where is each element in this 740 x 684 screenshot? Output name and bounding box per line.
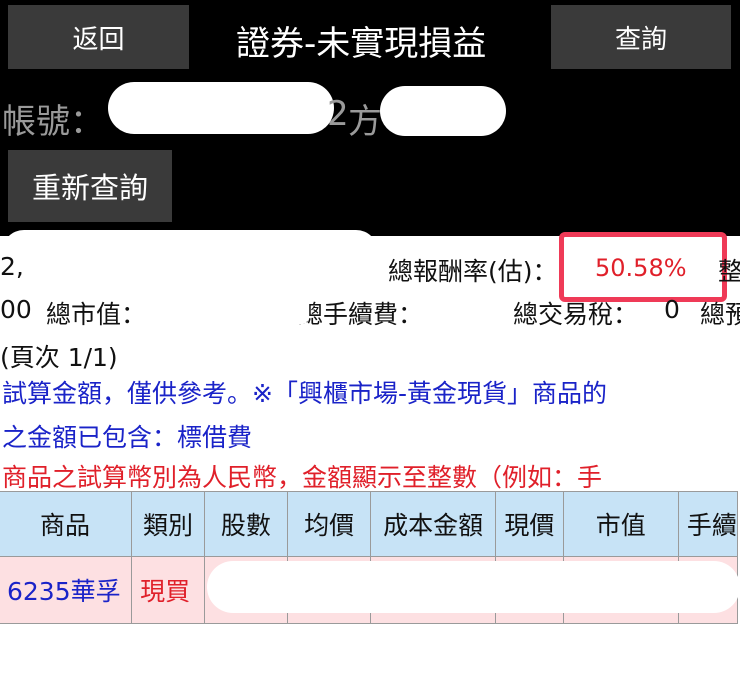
fee-redaction — [286, 290, 308, 324]
summary-redaction — [2, 230, 378, 276]
tax-label: 總交易稅： — [513, 300, 639, 329]
name-redaction — [380, 86, 506, 136]
page-title: 證券-未實現損益 — [236, 24, 487, 64]
column-header-current-price[interactable]: 現價 — [495, 491, 564, 557]
column-header-avg-price[interactable]: 均價 — [287, 491, 372, 557]
summary-left-fragment: 2, — [0, 252, 24, 281]
tax-value: 0 — [664, 295, 680, 324]
column-header-shares[interactable]: 股數 — [203, 491, 289, 557]
market-value-label: 總市值： — [46, 300, 147, 329]
column-header-market-value[interactable]: 市值 — [562, 491, 679, 557]
account-redaction — [108, 82, 334, 134]
summary-row2-left: 00 — [0, 295, 32, 324]
table-header-row: 商品 類別 股數 均價 成本金額 現價 市值 手續 — [0, 491, 739, 557]
return-rate-label: 總報酬率(估)： — [388, 257, 558, 286]
column-header-type[interactable]: 類別 — [131, 491, 205, 557]
back-button[interactable]: 返回 — [8, 5, 189, 69]
note-line-1: 試算金額，僅供參考。※「興櫃市場-黃金現貨」商品的 — [2, 379, 607, 408]
query-button[interactable]: 查詢 — [551, 5, 731, 69]
type-cell: 現買 — [131, 556, 205, 624]
column-header-cost[interactable]: 成本金額 — [370, 491, 497, 557]
column-header-fee[interactable]: 手續 — [677, 491, 739, 557]
fee-label: 總手續費： — [298, 300, 424, 329]
summary-cut-text-2: 總預 — [700, 300, 740, 329]
note-line-2: 之金額已包含：標借費 — [2, 423, 253, 452]
account-fragment: 2 — [327, 94, 349, 134]
column-header-product[interactable]: 商品 — [0, 491, 133, 557]
account-label: 帳號： — [2, 102, 104, 142]
requery-button[interactable]: 重新查詢 — [8, 150, 172, 222]
return-rate-value: 50.58% — [595, 254, 687, 282]
note-line-3: 商品之試算幣別為人民幣，金額顯示至整數（例如：手 — [2, 463, 603, 492]
product-cell[interactable]: 6235華孚 — [0, 556, 133, 624]
account-name-fragment: 方 — [348, 102, 382, 142]
row-values-redaction — [207, 561, 740, 613]
summary-cut-text: 整 — [718, 257, 740, 286]
page-indicator: (頁次 1/1) — [0, 343, 118, 372]
